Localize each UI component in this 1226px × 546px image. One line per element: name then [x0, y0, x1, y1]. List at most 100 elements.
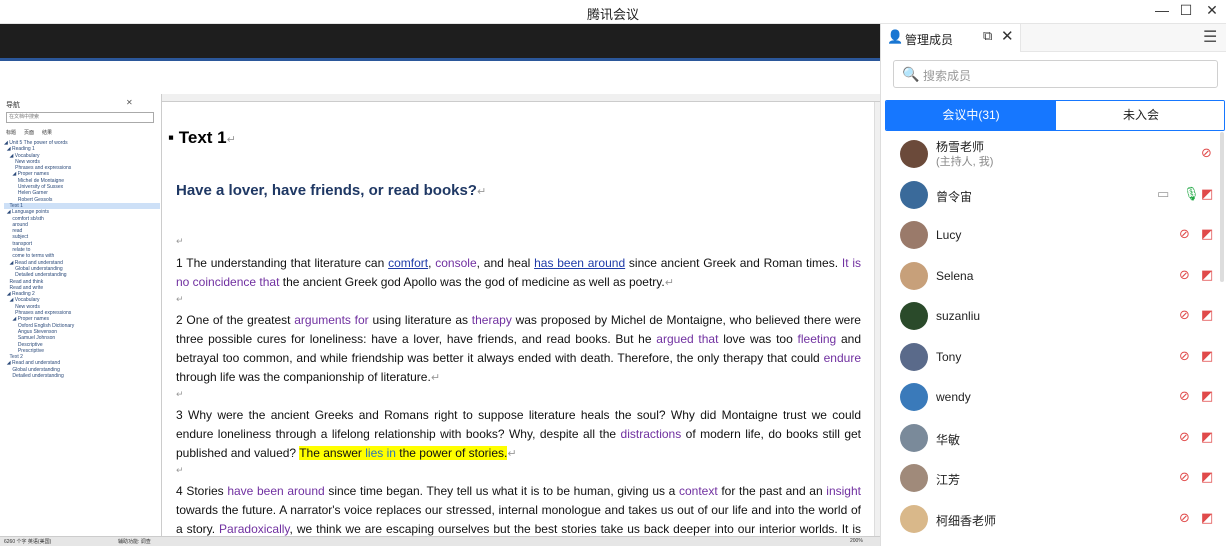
camera-off-icon[interactable]: ◩: [1201, 186, 1213, 202]
document-page[interactable]: ▪ Text 1↵ Have a lover, have friends, or…: [162, 102, 880, 536]
ribbon-tab[interactable]: 布局: [113, 75, 125, 84]
minimize-button[interactable]: —: [1152, 2, 1172, 18]
tab-not-joined[interactable]: 未入会: [1056, 101, 1224, 130]
nav-tab[interactable]: 结果: [42, 129, 52, 136]
para-mark: ↵: [226, 134, 236, 146]
camera-off-icon[interactable]: ◩: [1201, 307, 1213, 323]
ribbon-tab[interactable]: 绘图: [71, 75, 83, 84]
camera-off-icon[interactable]: ◩: [1201, 267, 1213, 283]
ribbon-tab[interactable]: 审阅: [176, 75, 188, 84]
para-mark: ↵: [476, 186, 487, 198]
text-run: 4 Stories: [176, 484, 228, 498]
word-window-controls[interactable]: 登录 ─ □ ✕: [837, 61, 872, 71]
mic-off-icon[interactable]: ⊘: [1179, 388, 1190, 404]
empty-para: ↵: [176, 465, 184, 475]
mic-off-icon[interactable]: ⊘: [1179, 226, 1190, 242]
nav-tabs: 标题 页面 结果: [6, 129, 52, 136]
ribbon-tab[interactable]: 帮助: [218, 75, 230, 84]
empty-para: ↵: [176, 236, 184, 246]
paragraph-1: 1 The understanding that literature can …: [176, 254, 861, 293]
mic-off-icon[interactable]: ⊘: [1201, 145, 1212, 161]
ribbon-tab[interactable]: 视图: [197, 75, 209, 84]
member-row[interactable]: Selena ⊘ ◩: [881, 256, 1226, 297]
member-row[interactable]: Lucy ⊘ ◩: [881, 215, 1226, 256]
ribbon-tab[interactable]: 设计: [92, 75, 104, 84]
mic-off-icon[interactable]: ⊘: [1179, 510, 1190, 526]
ribbon-tab[interactable]: 插入: [50, 75, 62, 84]
mic-off-icon[interactable]: ⊘: [1179, 429, 1190, 445]
text-run: fleeting: [797, 332, 837, 346]
text-run: the ancient Greek god Apollo was the god…: [279, 275, 665, 289]
text-run: console: [435, 256, 477, 270]
heading-text-1: ▪ Text 1↵: [168, 128, 236, 147]
mic-off-icon[interactable]: ⊘: [1179, 267, 1190, 283]
maximize-button[interactable]: ☐: [1176, 2, 1196, 19]
text-run: since ancient Greek and Roman times.: [625, 256, 842, 270]
avatar: [900, 221, 928, 249]
text-run: argued that: [656, 332, 719, 346]
mic-off-icon[interactable]: ⊘: [1179, 469, 1190, 485]
accessibility-status[interactable]: 辅助功能: 调查: [118, 538, 151, 545]
camera-off-icon[interactable]: ◩: [1201, 348, 1213, 364]
nav-search-input[interactable]: 在文档中搜索: [6, 112, 154, 123]
member-name: suzanliu: [936, 309, 981, 323]
para-mark: ↵: [507, 448, 517, 460]
ribbon-tab[interactable]: 文件: [8, 75, 20, 84]
text-run: have been around: [227, 484, 325, 498]
popout-icon[interactable]: ⧉: [983, 28, 992, 44]
text-run: context: [678, 484, 718, 498]
avatar: [900, 261, 928, 290]
camera-off-icon[interactable]: ◩: [1201, 469, 1213, 485]
paragraph-4: 4 Stories have been around since time be…: [176, 482, 861, 536]
member-name: Selena: [936, 268, 974, 283]
text-run: therapy: [471, 313, 512, 327]
member-row[interactable]: Tony ⊘ ◩: [881, 337, 1226, 378]
ribbon-tab[interactable]: 邮件: [155, 75, 167, 84]
member-row[interactable]: 柯细香老师 ⊘ ◩: [881, 499, 1226, 540]
member-row[interactable]: 华敏 ⊘ ◩: [881, 418, 1226, 459]
ribbon-tab[interactable]: ♀ 告诉我你想要做什么: [277, 75, 337, 84]
camera-off-icon[interactable]: ◩: [1201, 226, 1213, 242]
nav-tab[interactable]: 标题: [6, 129, 16, 136]
word-count: 6260 个字 英语(美国): [4, 539, 52, 545]
member-row[interactable]: wendy ⊘ ◩: [881, 377, 1226, 418]
text-run: for the past and an: [717, 484, 827, 498]
ribbon-tab[interactable]: ACROBAT: [239, 75, 268, 84]
mic-on-icon[interactable]: 🎙: [1183, 186, 1200, 202]
avatar: [900, 180, 928, 209]
mic-off-icon[interactable]: ⊘: [1179, 307, 1190, 323]
share-top-bar: [0, 24, 880, 58]
avatar: [900, 140, 928, 168]
camera-off-icon[interactable]: ◩: [1201, 429, 1213, 445]
empty-para: ↵: [176, 294, 184, 304]
member-name: Tony: [936, 349, 962, 364]
member-segment-control: 会议中(31) 未入会: [885, 100, 1225, 131]
member-row[interactable]: suzanliu ⊘ ◩: [881, 296, 1226, 337]
member-row[interactable]: 江芳 ⊘ ◩: [881, 458, 1226, 499]
nav-heading-item[interactable]: Detailed understanding: [4, 373, 160, 379]
menu-icon[interactable]: ☰: [1203, 27, 1217, 47]
ruler: [162, 94, 880, 102]
ribbon-tab[interactable]: 引用: [134, 75, 146, 84]
camera-off-icon[interactable]: ◩: [1201, 388, 1213, 404]
text-run: since time began. They tell us what it i…: [324, 484, 679, 498]
member-row[interactable]: 曾令宙 ▭ 🎙 ◩: [881, 175, 1226, 216]
close-icon[interactable]: ✕: [1001, 27, 1014, 45]
navigation-pane: 导航 ✕ 在文档中搜索 标题 页面 结果 ◢ Unit 5 The power of…: [0, 94, 162, 536]
member-row[interactable]: 杨雪老师 (主持人, 我) ⊘: [881, 134, 1226, 175]
member-search-input[interactable]: 🔍 搜索成员: [893, 60, 1218, 88]
search-placeholder: 搜索成员: [923, 69, 972, 83]
nav-close-icon[interactable]: ✕: [126, 98, 133, 107]
camera-off-icon[interactable]: ◩: [1201, 510, 1213, 526]
close-button[interactable]: ✕: [1202, 2, 1222, 19]
tab-manage-members[interactable]: 👤 管理成员 ⧉ ✕: [881, 24, 1021, 52]
nav-tab[interactable]: 页面: [24, 129, 34, 136]
member-list-scrollbar[interactable]: [1220, 132, 1224, 282]
zoom-level[interactable]: 200%: [850, 538, 863, 544]
avatar: [900, 504, 928, 533]
heading-text-2: Have a lover, have friends, or read book…: [176, 182, 486, 199]
ribbon-tab[interactable]: 开始: [29, 75, 41, 84]
para-mark: ↵: [664, 277, 674, 289]
mic-off-icon[interactable]: ⊘: [1179, 348, 1190, 364]
tab-in-meeting[interactable]: 会议中(31): [886, 101, 1056, 130]
